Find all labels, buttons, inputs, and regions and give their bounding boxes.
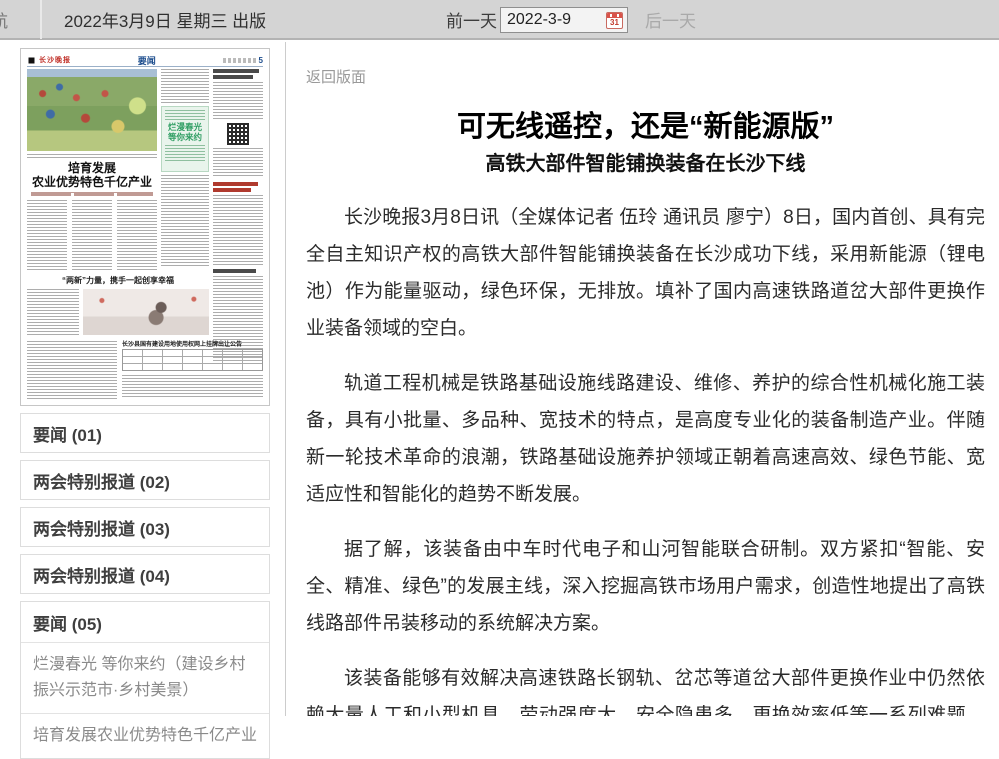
thumb-photo-caption — [27, 154, 157, 158]
thumb-main-headline: 培育发展 农业优势特色千亿产业 — [27, 161, 157, 189]
thumb-green-box: 烂漫春光 等你来约 — [161, 106, 209, 172]
thumb-subheadline-bar — [31, 192, 153, 196]
thumb-body: 培育发展 农业优势特色千亿产业 烂漫春光 等你来约 — [27, 69, 263, 399]
thumb-meta-lines — [223, 58, 257, 63]
thumb-bottom-text — [122, 375, 263, 399]
nav-text-fragment: 航 — [0, 7, 40, 32]
page-thumbnail[interactable]: 长沙晚报 要闻 5 培育发展 农业优势特色千亿产业 烂漫春光 — [20, 48, 270, 406]
thumb-notice-table — [122, 349, 263, 371]
thumb-masthead: 长沙晚报 — [39, 55, 71, 65]
prev-day-link[interactable]: 前一天 — [446, 7, 497, 32]
calendar-icon-header — [607, 13, 622, 18]
calendar-icon[interactable]: 31 — [606, 12, 623, 29]
newspaper-logo-icon — [27, 56, 36, 65]
thumb-notice-headline: 长沙县国有建设用地使用权网上挂牌出让公告 — [122, 339, 263, 348]
article-paragraph: 长沙晚报3月8日讯（全媒体记者 伍玲 通讯员 廖宁）8日，国内首创、具有完全自主… — [306, 199, 985, 347]
next-day-link[interactable]: 后一天 — [645, 7, 696, 32]
calendar-icon-day: 31 — [607, 18, 622, 28]
topbar-divider — [40, 0, 42, 39]
sidebar-section-yaowen-01[interactable]: 要闻 (01) — [20, 413, 270, 453]
thumb-text-columns — [27, 200, 157, 270]
thumb-band-photo — [83, 289, 209, 335]
thumb-green-box-title: 烂漫春光 等你来约 — [165, 122, 205, 142]
date-input[interactable] — [501, 11, 606, 29]
sidebar-section-lianghui-03[interactable]: 两会特别报道 (03) — [20, 507, 270, 547]
date-picker: 31 — [500, 7, 628, 33]
aerial-village-photo — [27, 69, 157, 151]
sidebar-section-yaowen-05[interactable]: 要闻 (05) — [21, 602, 269, 642]
article-body: 长沙晚报3月8日讯（全媒体记者 伍玲 通讯员 廖宁）8日，国内首创、具有完全自主… — [306, 199, 985, 716]
thumb-masthead-row: 长沙晚报 要闻 5 — [27, 55, 263, 67]
sidebar: 长沙晚报 要闻 5 培育发展 农业优势特色千亿产业 烂漫春光 — [20, 48, 270, 759]
thumb-band-headline: “两新”力量，携手一起创享幸福 — [27, 275, 209, 286]
article-pane: 返回版面 可无线遥控，还是“新能源版” 高铁大部件智能铺换装备在长沙下线 长沙晚… — [285, 42, 999, 716]
article-title: 可无线遥控，还是“新能源版” — [306, 109, 985, 145]
thumb-page-number: 5 — [259, 56, 263, 65]
thumb-middle-column: 烂漫春光 等你来约 — [161, 69, 209, 269]
thumb-band-text — [27, 289, 79, 335]
sidebar-article-link[interactable]: 烂漫春光 等你来约（建设乡村振兴示范市·乡村美景） — [21, 642, 269, 713]
qr-code — [227, 123, 249, 145]
article-subtitle: 高铁大部件智能铺换装备在长沙下线 — [306, 151, 985, 177]
topbar: 航 2022年3月9日 星期三 出版 前一天 31 后一天 — [0, 0, 999, 40]
publication-date: 2022年3月9日 星期三 出版 — [64, 7, 266, 32]
sidebar-current-section-group: 要闻 (05) 烂漫春光 等你来约（建设乡村振兴示范市·乡村美景） 培育发展农业… — [20, 601, 270, 759]
back-to-page-link[interactable]: 返回版面 — [306, 66, 366, 87]
sidebar-section-lianghui-04[interactable]: 两会特别报道 (04) — [20, 554, 270, 594]
article-paragraph: 轨道工程机械是铁路基础设施线路建设、维修、养护的综合性机械化施工装备，具有小批量… — [306, 365, 985, 513]
article-paragraph: 该装备能够有效解决高速铁路长钢轨、岔芯等道岔大部件更换作业中仍然依赖大量人工和小… — [306, 660, 985, 716]
thumb-bottom-left-text — [27, 341, 117, 399]
thumb-section-title: 要闻 — [71, 54, 223, 67]
article-paragraph: 据了解，该装备由中车时代电子和山河智能联合研制。双方紧扣“智能、安全、精准、绿色… — [306, 531, 985, 642]
sidebar-article-link[interactable]: 培育发展农业优势特色千亿产业 — [21, 713, 269, 758]
sidebar-section-lianghui-02[interactable]: 两会特别报道 (02) — [20, 460, 270, 500]
